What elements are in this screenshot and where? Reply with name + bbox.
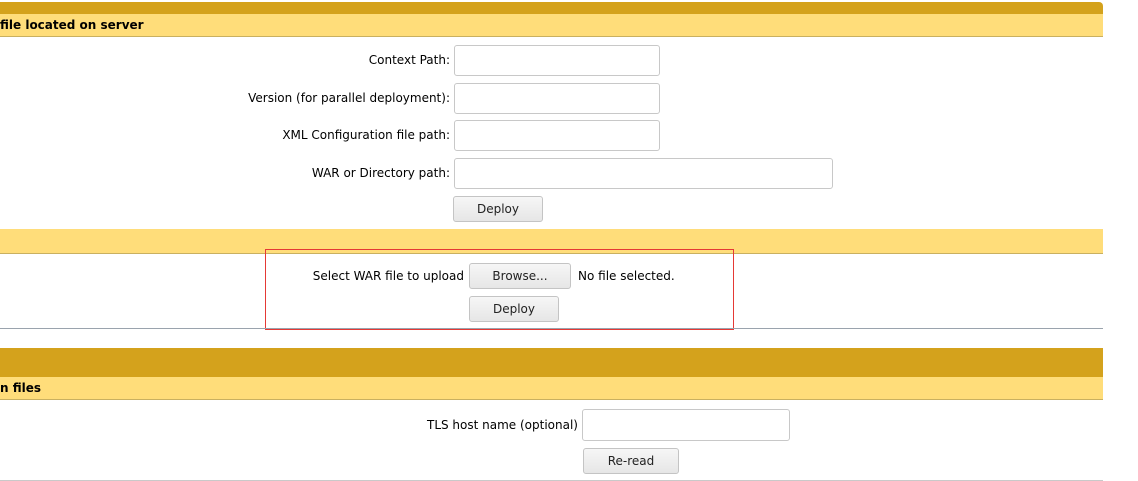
version-label: Version (for parallel deployment): <box>248 91 450 105</box>
tls-host-input[interactable] <box>582 409 790 441</box>
browse-button[interactable]: Browse... <box>469 263 571 289</box>
section-header-server: file located on server <box>0 14 1103 37</box>
reread-button[interactable]: Re-read <box>583 448 679 474</box>
deploy-upload-button[interactable]: Deploy <box>469 296 559 322</box>
section-header-tls: n files <box>0 377 1103 400</box>
deploy-server-button[interactable]: Deploy <box>453 196 543 222</box>
section-header-tls-title: n files <box>0 381 42 395</box>
section-config-bar <box>0 348 1103 377</box>
tls-host-label: TLS host name (optional) <box>426 418 578 432</box>
upload-section-divider <box>0 328 1103 329</box>
context-path-input[interactable] <box>454 45 660 76</box>
xml-config-label: XML Configuration file path: <box>282 128 450 142</box>
context-path-label: Context Path: <box>368 53 450 67</box>
file-status-text: No file selected. <box>578 269 675 283</box>
xml-config-input[interactable] <box>454 120 660 151</box>
section-header-server-title: file located on server <box>0 18 144 32</box>
section-top-bar <box>0 2 1103 14</box>
select-war-label: Select WAR file to upload <box>312 269 464 283</box>
war-dir-path-label: WAR or Directory path: <box>311 166 450 180</box>
version-input[interactable] <box>454 83 660 114</box>
war-dir-path-input[interactable] <box>454 158 833 189</box>
